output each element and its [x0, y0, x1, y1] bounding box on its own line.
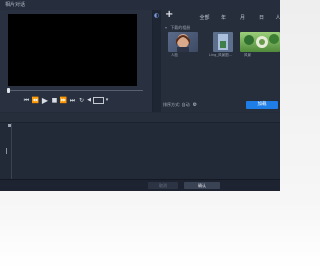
load-button[interactable]: 加载	[246, 101, 278, 109]
skip-back-icon[interactable]: ⏮	[22, 96, 31, 105]
track-handle[interactable]	[6, 148, 7, 154]
folder-header[interactable]: ▾ 下载的相册	[165, 25, 190, 31]
sort-label: 排序方式: 自动	[163, 102, 190, 107]
filter-tabs: 全部 年 月 日 人物	[195, 14, 280, 21]
step-back-icon[interactable]: ⏪	[31, 96, 40, 105]
volume-icon[interactable]: ◀	[86, 96, 92, 105]
preview-pane: ⏮ ⏪ ▶ ■ ⏩ ⏭ ↻ ◀ ▾	[0, 10, 153, 112]
gear-icon[interactable]: ⚙	[193, 102, 197, 108]
cancel-button[interactable]: 取消	[148, 182, 178, 189]
window-title: 相片对话	[5, 2, 26, 8]
dropdown-chevron-icon[interactable]: ▾	[104, 96, 110, 105]
confirm-button[interactable]: 确认	[184, 182, 220, 189]
playback-controls: ⏮ ⏪ ▶ ■ ⏩ ⏭ ↻ ◀ ▾	[22, 96, 110, 105]
seek-bar[interactable]	[8, 90, 143, 91]
collapse-chevron-icon[interactable]: ▾	[165, 25, 167, 30]
media-thumb-1[interactable]	[168, 32, 198, 52]
media-thumb-2[interactable]	[213, 32, 233, 52]
tab-year[interactable]: 年	[214, 14, 233, 21]
media-thumb-1-caption: 人脸	[171, 53, 178, 57]
landscape-image	[213, 32, 233, 52]
media-thumb-2-caption: Ling_风景图...	[209, 53, 232, 57]
timeline-toolbar	[0, 113, 280, 123]
media-thumb-3[interactable]	[240, 32, 280, 52]
library-icon[interactable]: ◐	[154, 12, 159, 19]
media-thumb-3-caption: 风景	[244, 53, 251, 57]
preview-screen	[8, 14, 137, 86]
tab-people[interactable]: 人物	[271, 14, 280, 21]
library-side-strip: ◐	[153, 10, 161, 112]
stop-icon[interactable]: ■	[50, 96, 59, 105]
loop-icon[interactable]: ↻	[77, 96, 86, 105]
skip-forward-icon[interactable]: ⏭	[68, 96, 77, 105]
scenery-image	[240, 32, 280, 52]
dialog-footer: 取消 确认	[0, 179, 280, 191]
media-library-pane: ◐ + 全部 年 月 日 人物 ▾ 下载的相册 人脸	[153, 9, 280, 112]
aspect-ratio-icon[interactable]	[93, 97, 104, 104]
play-icon[interactable]: ▶	[40, 96, 50, 105]
timeline-area[interactable]	[0, 123, 280, 179]
tab-day[interactable]: 日	[252, 14, 271, 21]
playhead-marker-icon[interactable]	[8, 124, 11, 127]
tab-all[interactable]: 全部	[195, 14, 214, 21]
portrait-image	[168, 32, 198, 52]
folder-label: 下载的相册	[170, 25, 191, 30]
seek-handle[interactable]	[7, 88, 10, 93]
photo-dialog-window: 相片对话 ⏮ ⏪ ▶ ■ ⏩ ⏭ ↻ ◀ ▾ ◐ + 全部 年 月 日 人物	[0, 0, 280, 191]
tab-month[interactable]: 月	[233, 14, 252, 21]
sort-control[interactable]: 排序方式: 自动 ⚙	[163, 102, 197, 108]
step-forward-icon[interactable]: ⏩	[59, 96, 68, 105]
add-media-icon[interactable]: +	[165, 9, 173, 20]
